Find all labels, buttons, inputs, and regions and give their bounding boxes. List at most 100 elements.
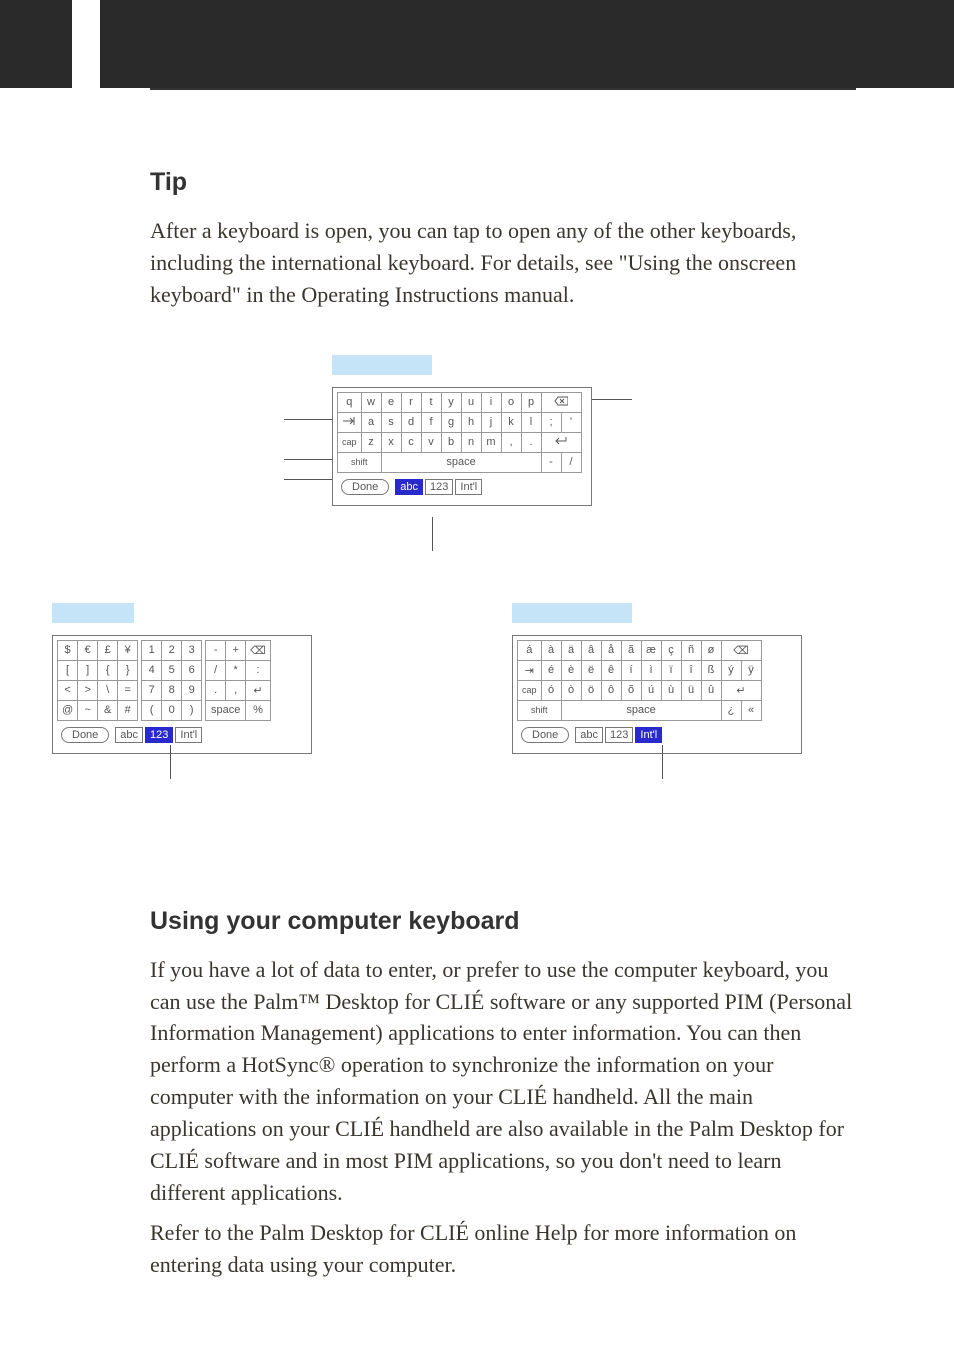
key-rbracket[interactable]: ] [78,660,98,680]
key-tab[interactable] [338,412,362,432]
key-e3[interactable]: ë [581,660,601,680]
key-u[interactable]: u [461,392,481,412]
numeric-tab-123[interactable]: 123 [145,727,173,743]
key-cc[interactable]: ç [661,640,681,660]
key-u4[interactable]: û [701,680,721,700]
key-u2[interactable]: ù [661,680,681,700]
key-k[interactable]: k [501,412,521,432]
key-at[interactable]: @ [58,700,78,720]
key-c[interactable]: c [401,432,421,452]
key-dollar[interactable]: $ [58,640,78,660]
key-shift[interactable]: shift [338,452,382,472]
key-q[interactable]: q [338,392,362,412]
key-l[interactable]: l [521,412,541,432]
key-backspace-intl[interactable]: ⌫ [721,640,761,660]
intl-done-button[interactable]: Done [521,727,569,743]
key-gt[interactable]: > [78,680,98,700]
key-o1[interactable]: ó [541,680,561,700]
key-8[interactable]: 8 [162,680,182,700]
key-i4[interactable]: î [681,660,701,680]
key-3[interactable]: 3 [182,640,202,660]
key-a5[interactable]: å [601,640,621,660]
key-p[interactable]: p [521,392,541,412]
key-y[interactable]: y [441,392,461,412]
key-shift-intl[interactable]: shift [518,700,562,720]
key-tab-intl[interactable]: ⇥ [518,660,542,680]
numeric-tab-intl[interactable]: Int'l [175,727,202,743]
key-b[interactable]: b [441,432,461,452]
key-i2[interactable]: ì [641,660,661,680]
key-dot[interactable]: . [206,680,226,700]
key-eq[interactable]: = [118,680,138,700]
key-quote[interactable]: ' [561,412,581,432]
key-backspace[interactable] [541,392,581,412]
key-slash[interactable]: / [561,452,581,472]
key-6[interactable]: 6 [182,660,202,680]
key-s[interactable]: s [381,412,401,432]
key-space[interactable]: space [381,452,541,472]
key-rparen[interactable]: ) [182,700,202,720]
numeric-done-button[interactable]: Done [61,727,109,743]
key-r[interactable]: r [401,392,421,412]
key-amp[interactable]: & [98,700,118,720]
key-mul[interactable]: * [226,660,246,680]
key-a3[interactable]: ä [561,640,581,660]
key-u3[interactable]: ü [681,680,701,700]
key-cap-intl[interactable]: cap [518,680,542,700]
key-a4[interactable]: â [581,640,601,660]
key-colon[interactable]: : [246,660,271,680]
intl-tab-123[interactable]: 123 [605,727,633,743]
key-hash[interactable]: # [118,700,138,720]
key-o4[interactable]: ô [601,680,621,700]
key-e[interactable]: e [381,392,401,412]
key-yen[interactable]: ¥ [118,640,138,660]
alpha-tab-abc[interactable]: abc [395,479,423,495]
alpha-done-button[interactable]: Done [341,479,389,495]
key-div[interactable]: / [206,660,226,680]
key-comma[interactable]: , [501,432,521,452]
key-enter[interactable] [541,432,581,452]
key-lparen[interactable]: ( [142,700,162,720]
key-period[interactable]: . [521,432,541,452]
key-x[interactable]: x [381,432,401,452]
key-rbrace[interactable]: } [118,660,138,680]
key-o3[interactable]: ö [581,680,601,700]
key-i[interactable]: i [481,392,501,412]
key-backslash[interactable]: \ [98,680,118,700]
alpha-tab-intl[interactable]: Int'l [455,479,482,495]
key-ae[interactable]: æ [641,640,661,660]
key-backspace-num[interactable]: ⌫ [246,640,271,660]
key-gl[interactable]: « [741,700,761,720]
key-y2[interactable]: ÿ [741,660,761,680]
key-comma-num[interactable]: , [226,680,246,700]
key-n[interactable]: n [461,432,481,452]
key-lbrace[interactable]: { [98,660,118,680]
key-o[interactable]: o [501,392,521,412]
key-g[interactable]: g [441,412,461,432]
key-pound[interactable]: £ [98,640,118,660]
key-u1[interactable]: ú [641,680,661,700]
key-a2[interactable]: à [541,640,561,660]
key-f[interactable]: f [421,412,441,432]
key-v[interactable]: v [421,432,441,452]
key-euro[interactable]: € [78,640,98,660]
key-enter-intl[interactable]: ↵ [721,680,761,700]
key-j[interactable]: j [481,412,501,432]
key-semicolon[interactable]: ; [541,412,561,432]
key-a[interactable]: a [361,412,381,432]
alpha-tab-123[interactable]: 123 [425,479,453,495]
key-e4[interactable]: ê [601,660,621,680]
key-minus[interactable]: - [206,640,226,660]
key-a6[interactable]: ã [621,640,641,660]
key-i3[interactable]: ï [661,660,681,680]
numeric-tab-abc[interactable]: abc [115,727,143,743]
key-lt[interactable]: < [58,680,78,700]
key-d[interactable]: d [401,412,421,432]
key-4[interactable]: 4 [142,660,162,680]
key-dash[interactable]: - [541,452,561,472]
key-i1[interactable]: í [621,660,641,680]
intl-tab-intl[interactable]: Int'l [635,727,662,743]
key-e2[interactable]: è [561,660,581,680]
key-7[interactable]: 7 [142,680,162,700]
key-t[interactable]: t [421,392,441,412]
